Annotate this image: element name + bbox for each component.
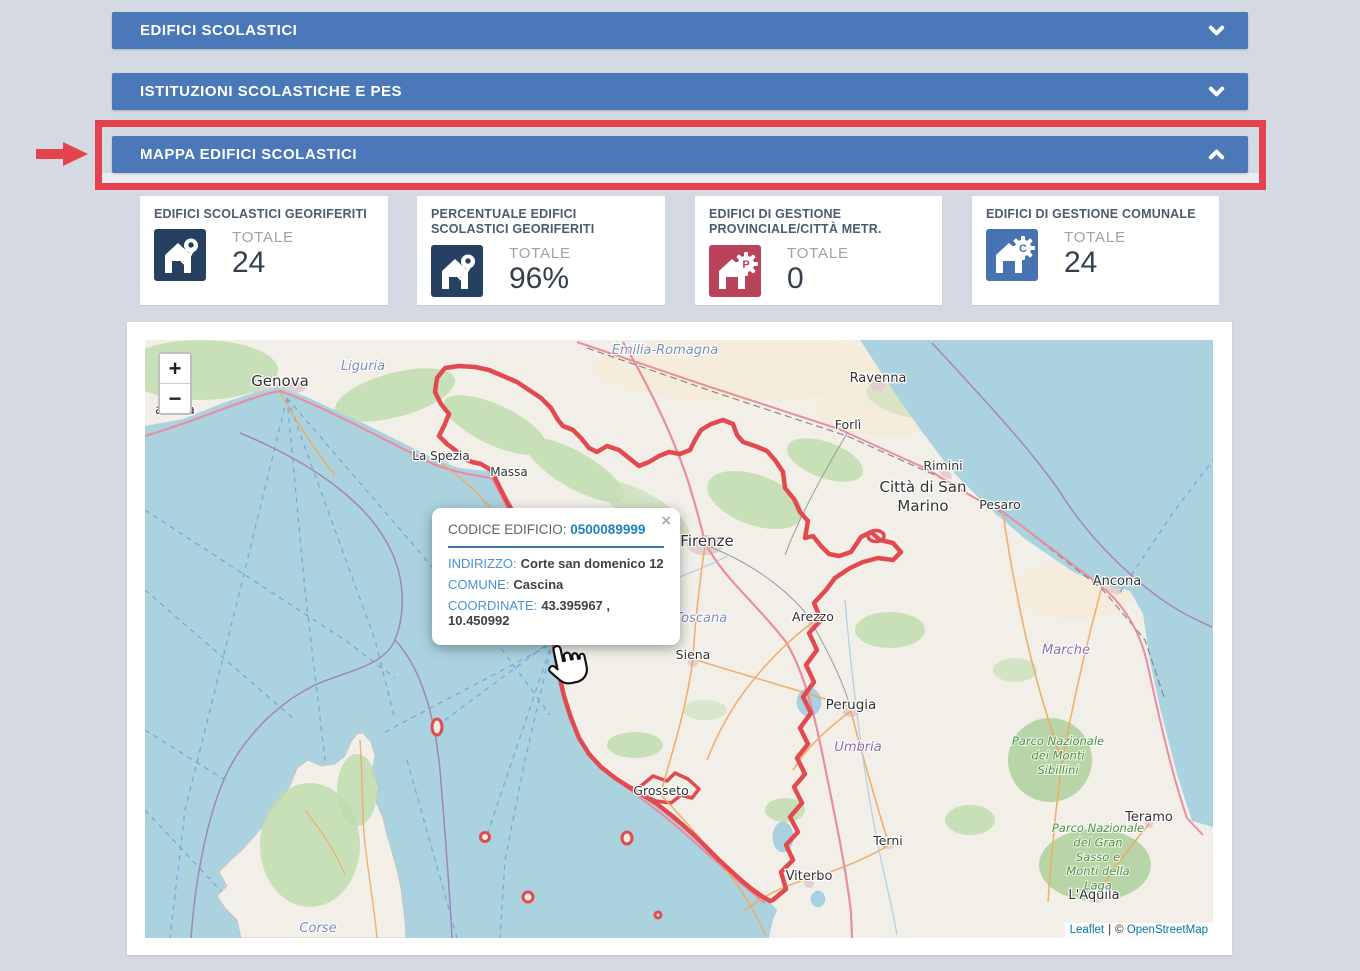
map-label: Rimini <box>923 458 962 473</box>
popup-row-indirizzo: INDIRIZZO:Corte san domenico 12 <box>448 556 664 571</box>
map-label: Firenze <box>680 532 733 550</box>
popup-divider <box>448 546 664 548</box>
map-panel: GenovaavonaLa SpeziaMassaFirenzeRavennaF… <box>127 322 1232 955</box>
building-gear-icon: P <box>709 245 761 297</box>
total-label: TOTALE <box>232 229 294 246</box>
stat-title: EDIFICI SCOLASTICI GEORIFERITI <box>154 207 374 222</box>
chevron-up-icon <box>1207 145 1226 164</box>
stat-title: EDIFICI DI GESTIONE PROVINCIALE/CITTÀ ME… <box>709 207 928 238</box>
map-zoom-control: + − <box>158 352 192 415</box>
total-value: 24 <box>1064 248 1126 278</box>
map-label: Liguria <box>341 359 385 374</box>
building-gear-icon: C <box>986 229 1038 281</box>
stat-title: EDIFICI DI GESTIONE COMUNALE <box>986 207 1205 222</box>
map-label: Massa <box>490 465 528 479</box>
total-label: TOTALE <box>787 245 849 262</box>
map-label: Emilia-Romagna <box>612 343 718 358</box>
dashboard-page: EDIFICI SCOLASTICI ISTITUZIONI SCOLASTIC… <box>0 0 1360 971</box>
map-label: Arezzo <box>792 609 834 624</box>
popup-code-link[interactable]: 0500089999 <box>570 522 645 537</box>
map-label: Perugia <box>826 697 877 713</box>
map-label: Ancona <box>1093 574 1141 589</box>
popup-close-icon[interactable]: × <box>661 512 671 529</box>
popup-code-line: CODICE EDIFICIO: 0500089999 <box>448 522 664 537</box>
map-label: Siena <box>676 647 711 662</box>
stat-card-gestione-comunale: EDIFICI DI GESTIONE COMUNALE C <box>972 196 1219 305</box>
zoom-out-button[interactable]: − <box>160 384 190 413</box>
total-value: 24 <box>232 248 294 278</box>
leaflet-map[interactable]: GenovaavonaLa SpeziaMassaFirenzeRavennaF… <box>145 340 1213 938</box>
accordion-title: ISTITUZIONI SCOLASTICHE E PES <box>140 73 402 110</box>
accordion-title: MAPPA EDIFICI SCOLASTICI <box>140 136 357 173</box>
map-label: Corse <box>299 921 336 936</box>
accordion-istituzioni-scolastiche[interactable]: ISTITUZIONI SCOLASTICHE E PES <box>112 73 1248 110</box>
popup-row-comune: COMUNE:Cascina <box>448 577 664 592</box>
map-label: Toscana <box>675 611 727 626</box>
popup-row-coordinate: COORDINATE:43.395967 , 10.450992 <box>448 598 664 628</box>
accordion-edifici-scolastici[interactable]: EDIFICI SCOLASTICI <box>112 12 1248 49</box>
building-geolocation-icon <box>154 229 206 281</box>
openstreetmap-link[interactable]: OpenStreetMap <box>1127 924 1208 936</box>
chevron-down-icon <box>1207 82 1226 101</box>
expanded-panel-top-strip <box>102 173 1259 184</box>
total-value: 0 <box>787 264 849 294</box>
map-label: Terni <box>872 833 903 848</box>
chevron-down-icon <box>1207 21 1226 40</box>
popup-code-label: CODICE EDIFICIO: <box>448 522 570 537</box>
accordion-mappa-edifici[interactable]: MAPPA EDIFICI SCOLASTICI <box>112 136 1248 173</box>
map-label: Pesaro <box>979 497 1020 512</box>
map-label: Grosseto <box>633 783 688 798</box>
map-label: Viterbo <box>786 869 833 884</box>
total-value: 96% <box>509 264 571 294</box>
stat-card-percentuale-georiferiti: PERCENTUALE EDIFICI SCOLASTICI GEORIFERI… <box>417 196 665 305</box>
map-popup: CODICE EDIFICIO: 0500089999 INDIRIZZO:Co… <box>432 508 680 645</box>
stat-card-gestione-provinciale: EDIFICI DI GESTIONE PROVINCIALE/CITTÀ ME… <box>695 196 942 305</box>
building-geolocation-icon <box>431 245 483 297</box>
svg-text:P: P <box>742 259 749 271</box>
total-label: TOTALE <box>509 245 571 262</box>
red-arrow-icon <box>36 139 88 169</box>
map-label: Forlì <box>835 417 861 432</box>
map-label: Umbria <box>834 740 881 755</box>
map-label: Genova <box>251 372 309 390</box>
zoom-in-button[interactable]: + <box>160 354 190 384</box>
map-attribution: Leaflet|© OpenStreetMap <box>1065 923 1213 938</box>
accordion-title: EDIFICI SCOLASTICI <box>140 12 297 49</box>
total-label: TOTALE <box>1064 229 1126 246</box>
map-label: La Spezia <box>412 449 469 463</box>
stat-title: PERCENTUALE EDIFICI SCOLASTICI GEORIFERI… <box>431 207 651 238</box>
map-label: Ravenna <box>850 371 907 386</box>
stat-card-georiferiti: EDIFICI SCOLASTICI GEORIFERITI TOTALE 24 <box>140 196 388 305</box>
svg-text:C: C <box>1019 243 1027 255</box>
map-label: Marche <box>1042 643 1090 658</box>
leaflet-link[interactable]: Leaflet <box>1070 924 1105 936</box>
